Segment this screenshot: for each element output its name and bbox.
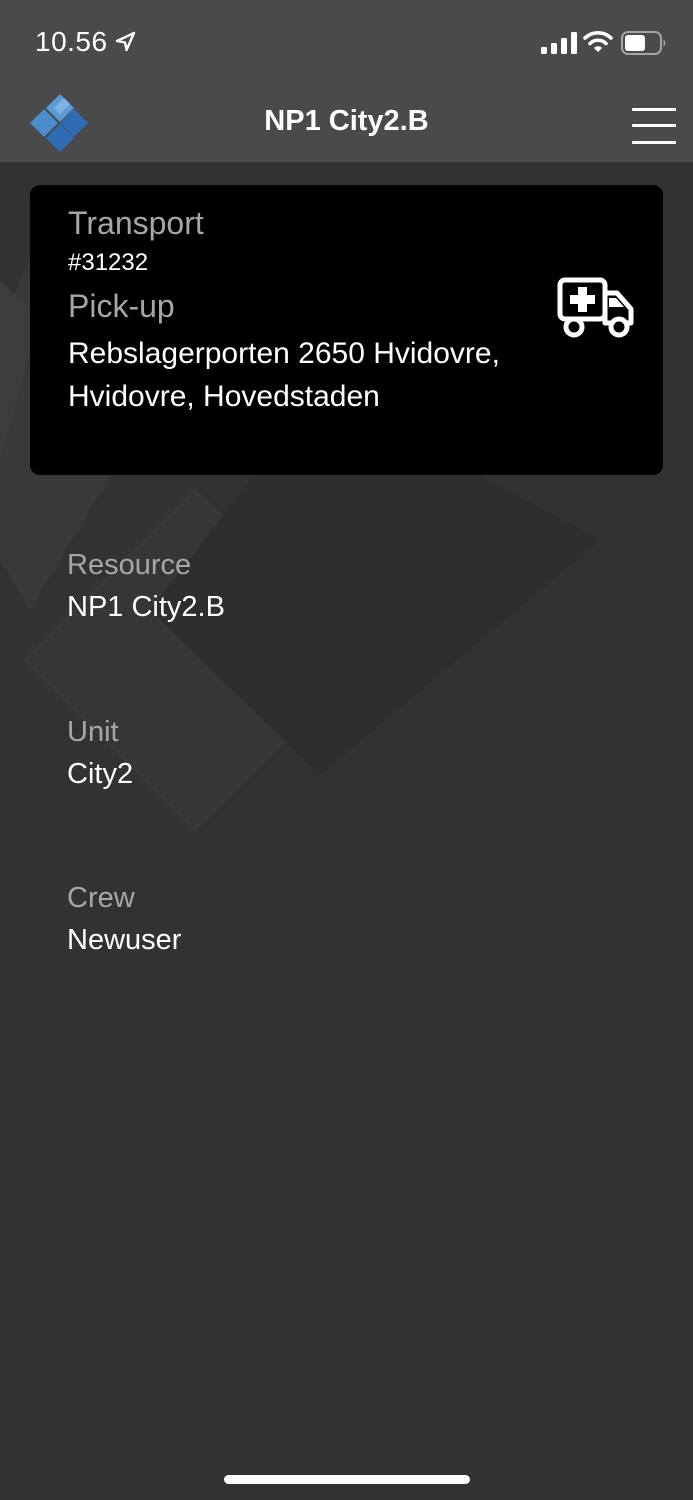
crew-value: Newuser — [67, 924, 182, 956]
menu-line — [632, 124, 676, 127]
unit-label: Unit — [67, 716, 119, 748]
pickup-label: Pick-up — [68, 288, 175, 324]
resource-value: NP1 City2.B — [67, 591, 225, 623]
pickup-address: Rebslagerporten 2650 Hvidovre, Hvidovre,… — [68, 337, 500, 413]
menu-line — [632, 141, 676, 144]
home-indicator[interactable] — [224, 1475, 470, 1484]
transport-label: Transport — [68, 205, 204, 241]
unit-value: City2 — [67, 758, 134, 790]
page-title: NP1 City2.B — [264, 105, 429, 137]
status-bar: 10.56 — [0, 0, 693, 88]
menu-line — [632, 108, 676, 111]
crew-label: Crew — [67, 882, 135, 914]
crew-group: Crew Newuser — [67, 880, 181, 958]
resource-label: Resource — [67, 549, 192, 581]
hamburger-menu-icon[interactable] — [628, 108, 678, 146]
resource-group: Resource NP1 City2.B — [67, 547, 225, 625]
signal-icon — [541, 32, 577, 54]
wifi-icon — [583, 31, 613, 52]
navigation-bar: NP1 City2.B — [0, 88, 693, 162]
transport-id: #31232 — [68, 249, 149, 276]
ambulance-icon — [557, 277, 634, 338]
battery-icon — [621, 31, 666, 55]
unit-group: Unit City2 — [67, 714, 133, 792]
location-arrow-icon — [115, 31, 136, 52]
status-time: 10.56 — [35, 26, 108, 57]
transport-card[interactable]: Transport #31232 Pick-up Rebslagerporten… — [30, 185, 663, 475]
